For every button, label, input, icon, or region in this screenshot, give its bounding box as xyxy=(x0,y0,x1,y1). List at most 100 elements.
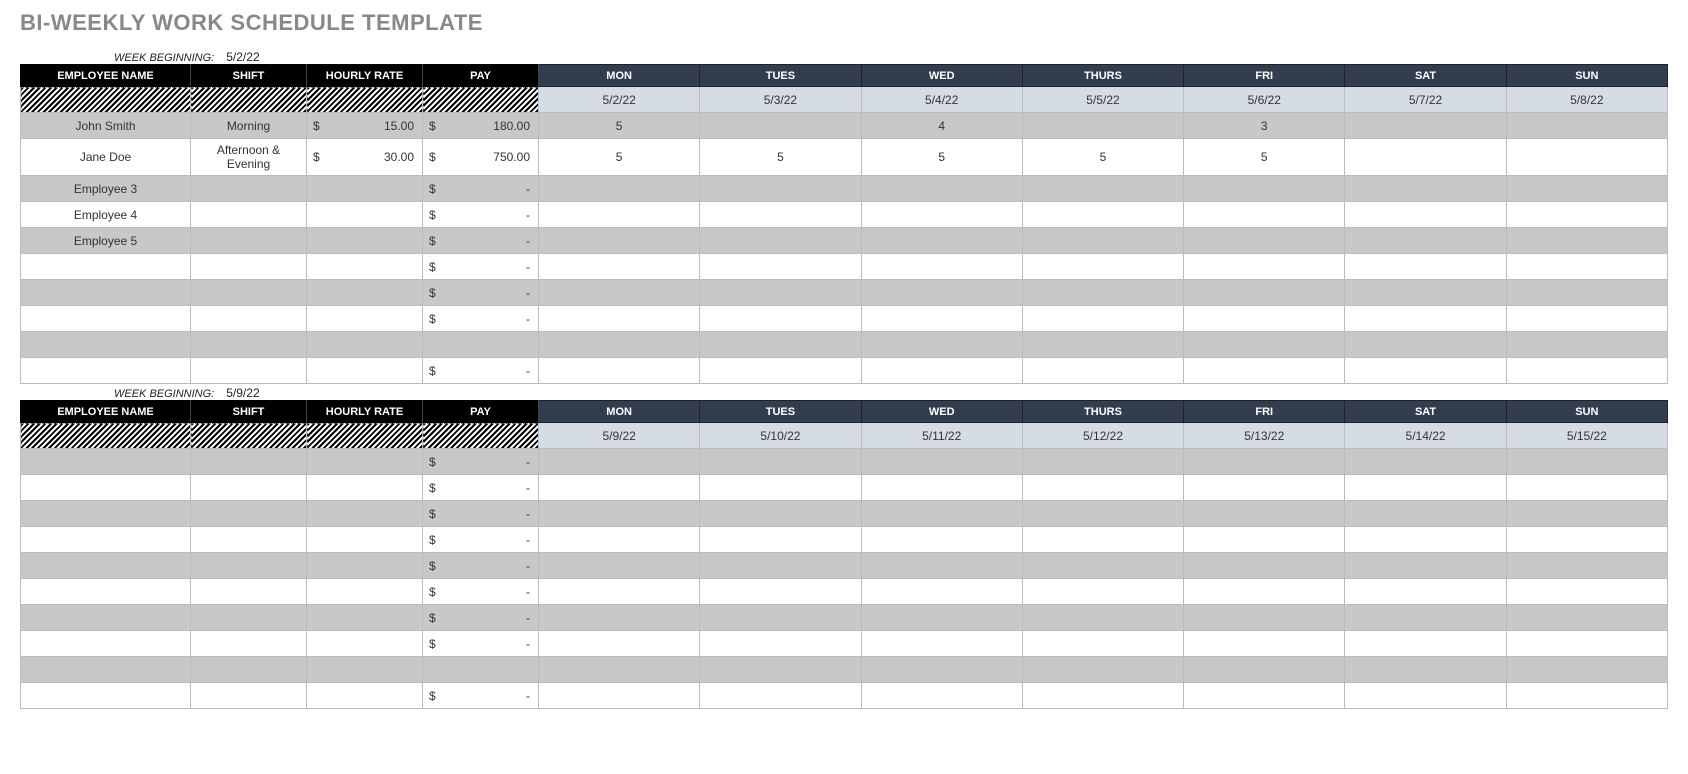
hours-cell[interactable] xyxy=(1506,332,1667,358)
hours-cell[interactable] xyxy=(700,332,861,358)
rate-cell[interactable] xyxy=(307,475,423,501)
shift-cell[interactable] xyxy=(191,176,307,202)
hours-cell[interactable] xyxy=(861,254,1022,280)
hours-cell[interactable] xyxy=(539,176,700,202)
hours-cell[interactable] xyxy=(1345,579,1506,605)
employee-cell[interactable]: Employee 5 xyxy=(21,228,191,254)
shift-cell[interactable] xyxy=(191,306,307,332)
hours-cell[interactable] xyxy=(1345,449,1506,475)
hours-cell[interactable] xyxy=(1022,631,1183,657)
rate-cell[interactable] xyxy=(307,501,423,527)
hours-cell[interactable] xyxy=(1345,228,1506,254)
hours-cell[interactable] xyxy=(1345,553,1506,579)
hours-cell[interactable] xyxy=(861,228,1022,254)
rate-cell[interactable] xyxy=(307,657,423,683)
shift-cell[interactable] xyxy=(191,202,307,228)
employee-cell[interactable] xyxy=(21,527,191,553)
hours-cell[interactable] xyxy=(1506,579,1667,605)
rate-cell[interactable]: $15.00 xyxy=(307,113,423,139)
shift-cell[interactable] xyxy=(191,683,307,709)
rate-cell[interactable] xyxy=(307,176,423,202)
shift-cell[interactable] xyxy=(191,579,307,605)
hours-cell[interactable] xyxy=(1345,501,1506,527)
hours-cell[interactable] xyxy=(1184,280,1345,306)
hours-cell[interactable] xyxy=(1345,139,1506,176)
hours-cell[interactable] xyxy=(1022,113,1183,139)
hours-cell[interactable] xyxy=(700,280,861,306)
hours-cell[interactable] xyxy=(1506,501,1667,527)
hours-cell[interactable] xyxy=(539,579,700,605)
rate-cell[interactable] xyxy=(307,449,423,475)
rate-cell[interactable]: $30.00 xyxy=(307,139,423,176)
hours-cell[interactable] xyxy=(1506,475,1667,501)
hours-cell[interactable] xyxy=(1345,202,1506,228)
hours-cell[interactable] xyxy=(700,113,861,139)
hours-cell[interactable]: 5 xyxy=(539,113,700,139)
hours-cell[interactable] xyxy=(700,657,861,683)
rate-cell[interactable] xyxy=(307,579,423,605)
hours-cell[interactable] xyxy=(861,306,1022,332)
hours-cell[interactable] xyxy=(1345,475,1506,501)
shift-cell[interactable] xyxy=(191,280,307,306)
shift-cell[interactable] xyxy=(191,527,307,553)
hours-cell[interactable] xyxy=(861,683,1022,709)
hours-cell[interactable] xyxy=(539,605,700,631)
hours-cell[interactable] xyxy=(539,228,700,254)
employee-cell[interactable] xyxy=(21,631,191,657)
hours-cell[interactable] xyxy=(1184,306,1345,332)
hours-cell[interactable] xyxy=(539,657,700,683)
hours-cell[interactable] xyxy=(539,683,700,709)
hours-cell[interactable]: 5 xyxy=(700,139,861,176)
hours-cell[interactable] xyxy=(1184,527,1345,553)
hours-cell[interactable] xyxy=(539,527,700,553)
hours-cell[interactable] xyxy=(700,527,861,553)
hours-cell[interactable] xyxy=(1184,579,1345,605)
hours-cell[interactable] xyxy=(1506,657,1667,683)
hours-cell[interactable]: 3 xyxy=(1184,113,1345,139)
hours-cell[interactable] xyxy=(539,631,700,657)
hours-cell[interactable] xyxy=(1184,332,1345,358)
hours-cell[interactable] xyxy=(861,449,1022,475)
hours-cell[interactable] xyxy=(1022,605,1183,631)
hours-cell[interactable] xyxy=(1184,501,1345,527)
hours-cell[interactable] xyxy=(1506,631,1667,657)
hours-cell[interactable] xyxy=(1184,553,1345,579)
rate-cell[interactable] xyxy=(307,332,423,358)
hours-cell[interactable] xyxy=(1506,605,1667,631)
shift-cell[interactable] xyxy=(191,228,307,254)
rate-cell[interactable] xyxy=(307,358,423,384)
hours-cell[interactable]: 5 xyxy=(1184,139,1345,176)
hours-cell[interactable] xyxy=(539,306,700,332)
hours-cell[interactable] xyxy=(1022,306,1183,332)
shift-cell[interactable] xyxy=(191,657,307,683)
hours-cell[interactable] xyxy=(1345,176,1506,202)
hours-cell[interactable]: 5 xyxy=(861,139,1022,176)
rate-cell[interactable] xyxy=(307,605,423,631)
hours-cell[interactable] xyxy=(700,475,861,501)
employee-cell[interactable] xyxy=(21,475,191,501)
shift-cell[interactable] xyxy=(191,553,307,579)
employee-cell[interactable] xyxy=(21,306,191,332)
shift-cell[interactable] xyxy=(191,475,307,501)
hours-cell[interactable] xyxy=(700,202,861,228)
hours-cell[interactable] xyxy=(700,553,861,579)
hours-cell[interactable] xyxy=(1345,358,1506,384)
hours-cell[interactable] xyxy=(1184,605,1345,631)
hours-cell[interactable] xyxy=(1184,358,1345,384)
employee-cell[interactable] xyxy=(21,605,191,631)
hours-cell[interactable]: 4 xyxy=(861,113,1022,139)
hours-cell[interactable] xyxy=(1184,202,1345,228)
hours-cell[interactable]: 5 xyxy=(539,139,700,176)
hours-cell[interactable] xyxy=(1184,475,1345,501)
rate-cell[interactable] xyxy=(307,306,423,332)
shift-cell[interactable]: Afternoon & Evening xyxy=(191,139,307,176)
hours-cell[interactable] xyxy=(1184,631,1345,657)
hours-cell[interactable] xyxy=(1184,657,1345,683)
rate-cell[interactable] xyxy=(307,631,423,657)
hours-cell[interactable] xyxy=(1345,113,1506,139)
hours-cell[interactable] xyxy=(1184,449,1345,475)
hours-cell[interactable] xyxy=(1506,202,1667,228)
employee-cell[interactable] xyxy=(21,254,191,280)
hours-cell[interactable] xyxy=(1022,176,1183,202)
hours-cell[interactable] xyxy=(1345,332,1506,358)
